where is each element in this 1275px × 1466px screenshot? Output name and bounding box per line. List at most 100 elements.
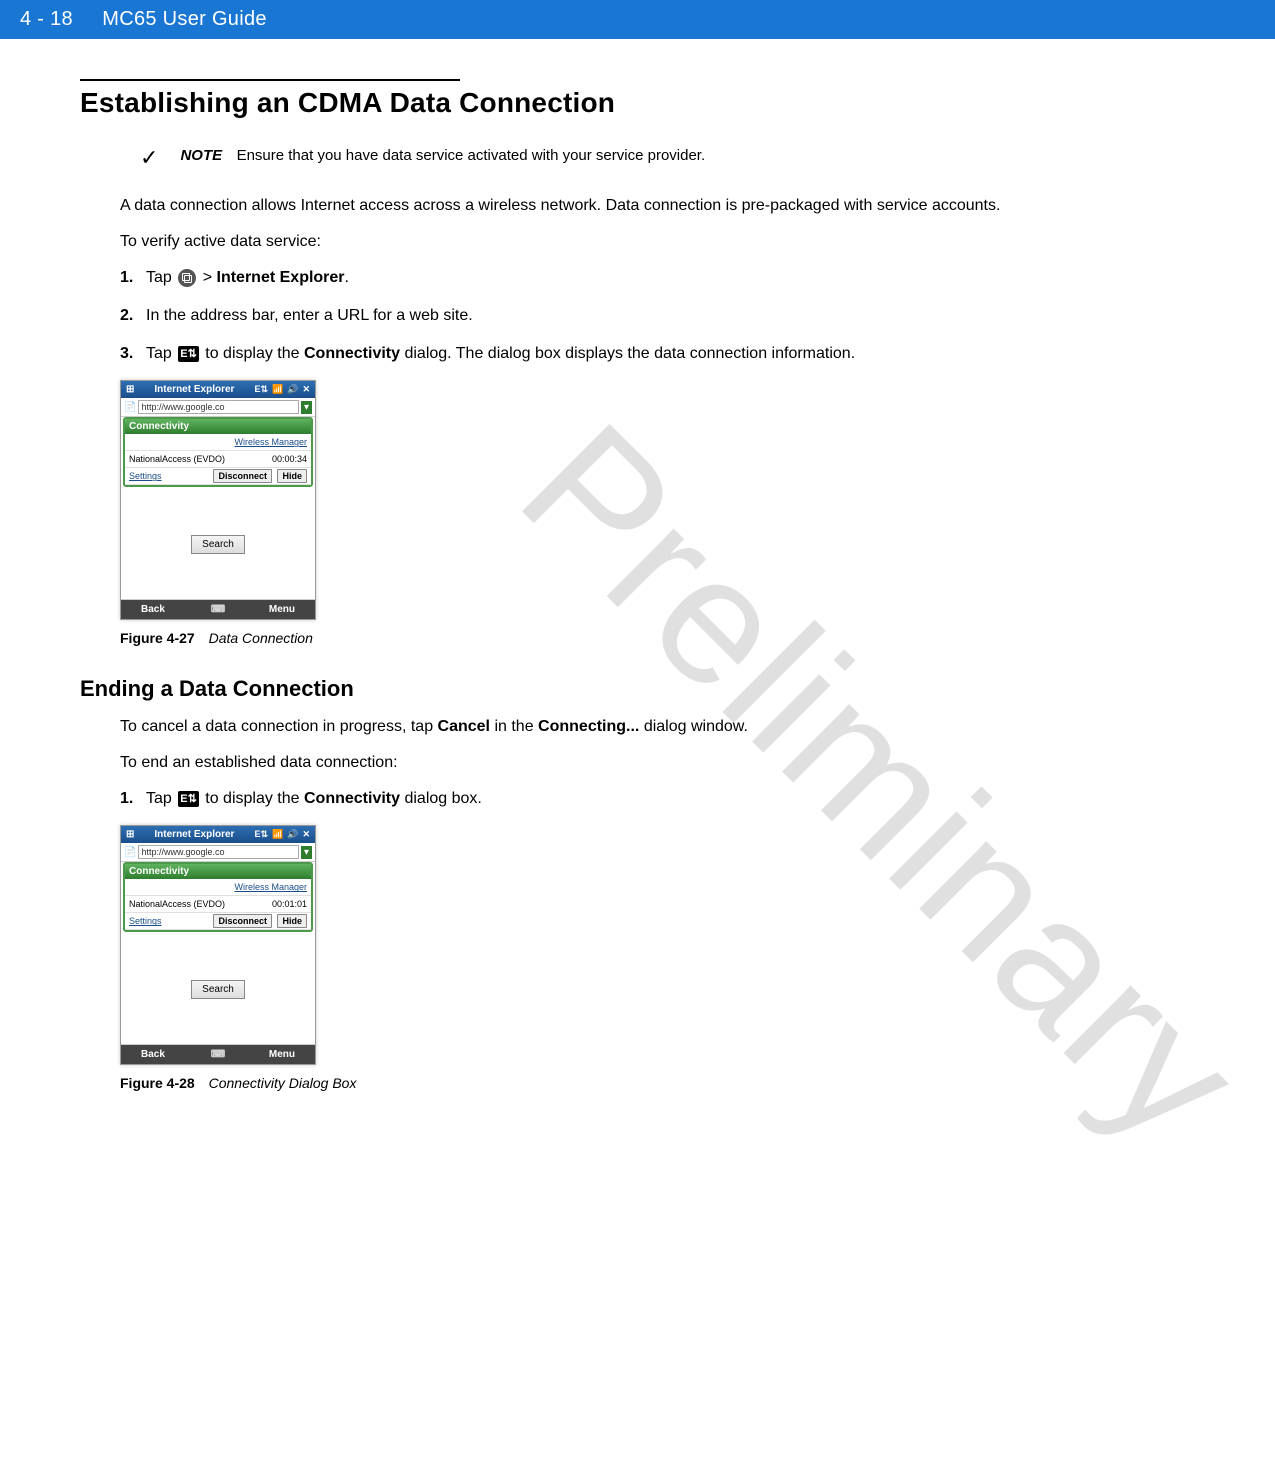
signal-icon[interactable]: E⇅: [254, 384, 268, 395]
back-softkey[interactable]: Back: [141, 1049, 165, 1060]
page-icon: 📄: [124, 847, 136, 858]
step-text: Tap: [146, 345, 176, 362]
url-field[interactable]: http://www.google.co: [138, 845, 299, 859]
note-label: NOTE: [180, 147, 222, 164]
page-icon: 📄: [124, 402, 136, 413]
start-icon[interactable]: ⊞: [126, 829, 134, 840]
browser-viewport: Search: [121, 934, 315, 1045]
volume-icon[interactable]: 🔊: [287, 829, 298, 840]
connection-time: 00:00:34: [272, 454, 307, 464]
text: in the: [494, 718, 538, 735]
wireless-manager-link[interactable]: Wireless Manager: [234, 437, 307, 447]
url-field[interactable]: http://www.google.co: [138, 400, 299, 414]
connecting-label: Connecting...: [538, 718, 639, 735]
page-number: 4 - 18: [20, 8, 73, 30]
browser-viewport: Search: [121, 489, 315, 600]
settings-link[interactable]: Settings: [129, 916, 162, 926]
page-header: 4 - 18 MC65 User Guide: [0, 0, 1275, 39]
hide-button[interactable]: Hide: [277, 469, 307, 483]
connectivity-panel: Connectivity Wireless Manager NationalAc…: [123, 862, 313, 932]
step-number: 3.: [120, 342, 146, 366]
connectivity-icon: [178, 791, 199, 807]
step-text: .: [345, 269, 349, 286]
windows-start-icon: [178, 269, 196, 287]
step-3: 3. Tap to display the Connectivity dialo…: [120, 342, 1195, 366]
step-number: 1.: [120, 787, 146, 811]
figure-title: Connectivity Dialog Box: [209, 1075, 357, 1091]
connectivity-label: Connectivity: [304, 790, 400, 807]
panel-title: Connectivity: [125, 864, 311, 879]
go-dropdown-icon[interactable]: ▾: [301, 401, 312, 414]
softkey-bar: Back ⌨ Menu: [121, 1045, 315, 1064]
connection-name: NationalAccess (EVDO): [129, 899, 225, 909]
step-1: 1. Tap > Internet Explorer.: [120, 266, 1195, 290]
step-text: Tap: [146, 269, 176, 286]
search-button[interactable]: Search: [191, 980, 245, 999]
note-text: Ensure that you have data service activa…: [237, 147, 706, 164]
figure-caption-2: Figure 4-28 Connectivity Dialog Box: [120, 1075, 1195, 1091]
step-text: Tap: [146, 790, 176, 807]
start-icon[interactable]: ⊞: [126, 384, 134, 395]
search-button[interactable]: Search: [191, 535, 245, 554]
keyboard-icon[interactable]: ⌨: [211, 604, 225, 615]
phone-signal-icon[interactable]: 📶: [272, 384, 283, 395]
cancel-label: Cancel: [438, 718, 490, 735]
cancel-paragraph: To cancel a data connection in progress,…: [120, 716, 1195, 738]
figure-phone-1: ⊞ Internet Explorer E⇅ 📶 🔊 ✕ 📄 http://ww…: [120, 380, 316, 620]
checkmark-icon: ✓: [140, 145, 158, 171]
connectivity-icon: [178, 346, 199, 362]
keyboard-icon[interactable]: ⌨: [211, 1049, 225, 1060]
step-2: 2. In the address bar, enter a URL for a…: [120, 304, 1195, 328]
section-divider: [80, 79, 460, 81]
figure-label: Figure 4-28: [120, 1075, 195, 1091]
phone-titlebar: ⊞ Internet Explorer E⇅ 📶 🔊 ✕: [121, 381, 315, 398]
guide-title: MC65 User Guide: [102, 8, 267, 30]
intro-paragraph: A data connection allows Internet access…: [120, 195, 1195, 217]
phone-titlebar: ⊞ Internet Explorer E⇅ 📶 🔊 ✕: [121, 826, 315, 843]
wireless-manager-link[interactable]: Wireless Manager: [234, 882, 307, 892]
go-dropdown-icon[interactable]: ▾: [301, 846, 312, 859]
menu-softkey[interactable]: Menu: [269, 604, 295, 615]
step-number: 1.: [120, 266, 146, 290]
phone-app-title: Internet Explorer: [154, 829, 234, 840]
menu-softkey[interactable]: Menu: [269, 1049, 295, 1060]
step-number: 2.: [120, 304, 146, 328]
phone-app-title: Internet Explorer: [154, 384, 234, 395]
step-text: >: [203, 269, 217, 286]
address-bar: 📄 http://www.google.co ▾: [121, 398, 315, 417]
figure-phone-2: ⊞ Internet Explorer E⇅ 📶 🔊 ✕ 📄 http://ww…: [120, 825, 316, 1065]
connection-time: 00:01:01: [272, 899, 307, 909]
step-text: In the address bar, enter a URL for a we…: [146, 304, 1195, 328]
disconnect-button[interactable]: Disconnect: [213, 914, 272, 928]
internet-explorer-label: Internet Explorer: [217, 269, 345, 286]
figure-caption-1: Figure 4-27 Data Connection: [120, 630, 1195, 646]
softkey-bar: Back ⌨ Menu: [121, 600, 315, 619]
subsection-heading: Ending a Data Connection: [80, 676, 1195, 702]
note-block: ✓ NOTE Ensure that you have data service…: [140, 147, 1195, 171]
step-text: to display the: [205, 790, 304, 807]
connectivity-panel: Connectivity Wireless Manager NationalAc…: [123, 417, 313, 487]
disconnect-button[interactable]: Disconnect: [213, 469, 272, 483]
settings-link[interactable]: Settings: [129, 471, 162, 481]
close-icon[interactable]: ✕: [302, 829, 310, 840]
connectivity-label: Connectivity: [304, 345, 400, 362]
signal-icon[interactable]: E⇅: [254, 829, 268, 840]
end-step-1: 1. Tap to display the Connectivity dialo…: [120, 787, 1195, 811]
volume-icon[interactable]: 🔊: [287, 384, 298, 395]
step-text: to display the: [205, 345, 304, 362]
figure-label: Figure 4-27: [120, 630, 195, 646]
close-icon[interactable]: ✕: [302, 384, 310, 395]
address-bar: 📄 http://www.google.co ▾: [121, 843, 315, 862]
verify-intro: To verify active data service:: [120, 231, 1195, 253]
step-text: dialog box.: [404, 790, 481, 807]
figure-title: Data Connection: [209, 630, 313, 646]
text: dialog window.: [644, 718, 748, 735]
panel-title: Connectivity: [125, 419, 311, 434]
step-text: dialog. The dialog box displays the data…: [404, 345, 855, 362]
hide-button[interactable]: Hide: [277, 914, 307, 928]
connection-name: NationalAccess (EVDO): [129, 454, 225, 464]
back-softkey[interactable]: Back: [141, 604, 165, 615]
end-intro: To end an established data connection:: [120, 752, 1195, 774]
text: To cancel a data connection in progress,…: [120, 718, 438, 735]
phone-signal-icon[interactable]: 📶: [272, 829, 283, 840]
